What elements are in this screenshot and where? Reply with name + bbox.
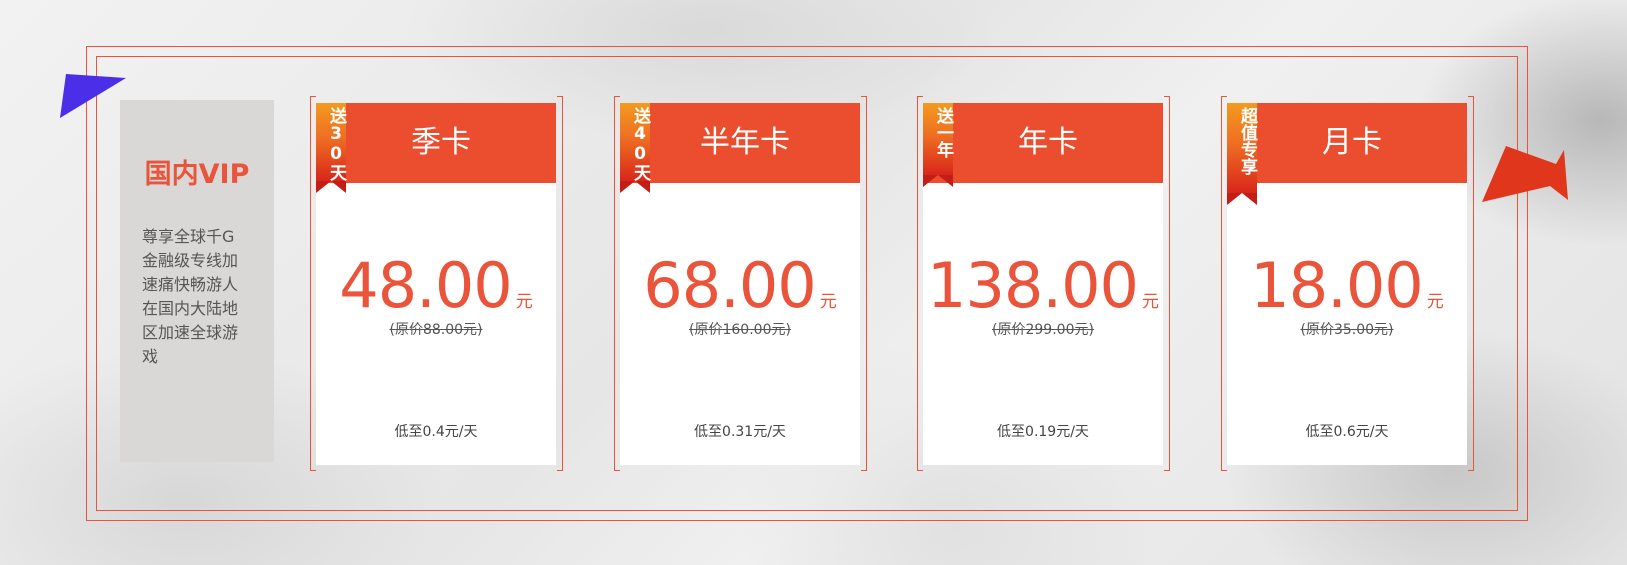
plan-card-header: 半年卡 bbox=[620, 103, 860, 183]
price-row: 48.00 元 bbox=[316, 251, 556, 321]
plan-card-body[interactable]: 半年卡 送40天 68.00 元 (原价160.00元) 低至0.31元/天 bbox=[620, 103, 860, 465]
original-price: (原价88.00元) bbox=[389, 322, 483, 338]
pennant-flag-icon bbox=[1482, 146, 1568, 202]
plan-card-body[interactable]: 季卡 送30天 48.00 元 (原价88.00元) 低至0.4元/天 bbox=[316, 103, 556, 465]
plan-card-month[interactable]: 月卡 超值专享 18.00 元 (原价35.00元) 低至0.6元/天 bbox=[1221, 96, 1474, 471]
plan-price: 68.00 bbox=[643, 249, 816, 322]
price-unit: 元 bbox=[515, 292, 533, 312]
plan-name: 年卡 bbox=[1018, 125, 1078, 160]
vip-description: 尊享全球千G金融级专线加速痛快畅游人在国内大陆地区加速全球游戏 bbox=[142, 227, 239, 366]
ribbon-tail bbox=[1227, 193, 1257, 205]
bonus-ribbon: 超值专享 bbox=[1227, 103, 1257, 193]
bonus-ribbon-text: 送一年 bbox=[933, 107, 953, 158]
plan-card-header: 季卡 bbox=[316, 103, 556, 183]
ribbon-tail bbox=[923, 175, 953, 187]
original-price: (原价160.00元) bbox=[689, 322, 791, 338]
card-bracket-right bbox=[861, 96, 867, 471]
daily-price: 低至0.6元/天 bbox=[1305, 424, 1389, 440]
price-row: 18.00 元 bbox=[1227, 251, 1467, 321]
plan-name: 半年卡 bbox=[700, 125, 790, 160]
vip-title: 国内VIP bbox=[144, 159, 250, 190]
card-bracket-right bbox=[1468, 96, 1474, 471]
plan-card-header: 月卡 bbox=[1227, 103, 1467, 183]
original-price: (原价35.00元) bbox=[1300, 322, 1394, 338]
original-price: (原价299.00元) bbox=[992, 322, 1094, 338]
plan-name: 季卡 bbox=[411, 125, 471, 160]
bonus-ribbon: 送一年 bbox=[923, 103, 953, 175]
plan-price: 18.00 bbox=[1250, 249, 1423, 322]
price-row: 68.00 元 bbox=[620, 251, 860, 321]
price-row: 138.00 元 bbox=[923, 251, 1163, 321]
ribbon-tail bbox=[316, 181, 346, 193]
bonus-ribbon-text: 送30天 bbox=[326, 107, 346, 181]
bonus-ribbon-text: 送40天 bbox=[630, 107, 650, 181]
plan-price: 48.00 bbox=[339, 249, 512, 322]
daily-price: 低至0.19元/天 bbox=[997, 424, 1089, 440]
daily-price: 低至0.4元/天 bbox=[394, 424, 478, 440]
plan-card-quarter[interactable]: 季卡 送30天 48.00 元 (原价88.00元) 低至0.4元/天 bbox=[310, 96, 563, 471]
plan-card-header: 年卡 bbox=[923, 103, 1163, 183]
plan-card-half-year[interactable]: 半年卡 送40天 68.00 元 (原价160.00元) 低至0.31元/天 bbox=[614, 96, 867, 471]
card-bracket-right bbox=[1164, 96, 1170, 471]
bonus-ribbon-text: 超值专享 bbox=[1237, 107, 1257, 175]
plan-card-body[interactable]: 月卡 超值专享 18.00 元 (原价35.00元) 低至0.6元/天 bbox=[1227, 103, 1467, 465]
plan-card-body[interactable]: 年卡 送一年 138.00 元 (原价299.00元) 低至0.19元/天 bbox=[923, 103, 1163, 465]
price-unit: 元 bbox=[1141, 292, 1159, 312]
plan-name: 月卡 bbox=[1322, 125, 1382, 160]
card-bracket-right bbox=[557, 96, 563, 471]
plan-price: 138.00 bbox=[927, 249, 1139, 322]
bonus-ribbon: 送30天 bbox=[316, 103, 346, 181]
price-unit: 元 bbox=[1426, 292, 1444, 312]
bonus-ribbon: 送40天 bbox=[620, 103, 650, 181]
price-unit: 元 bbox=[819, 292, 837, 312]
plan-card-year[interactable]: 年卡 送一年 138.00 元 (原价299.00元) 低至0.19元/天 bbox=[917, 96, 1170, 471]
daily-price: 低至0.31元/天 bbox=[694, 424, 786, 440]
vip-info-panel: 国内VIP 尊享全球千G金融级专线加速痛快畅游人在国内大陆地区加速全球游戏 bbox=[120, 100, 274, 462]
ribbon-tail bbox=[620, 181, 650, 193]
